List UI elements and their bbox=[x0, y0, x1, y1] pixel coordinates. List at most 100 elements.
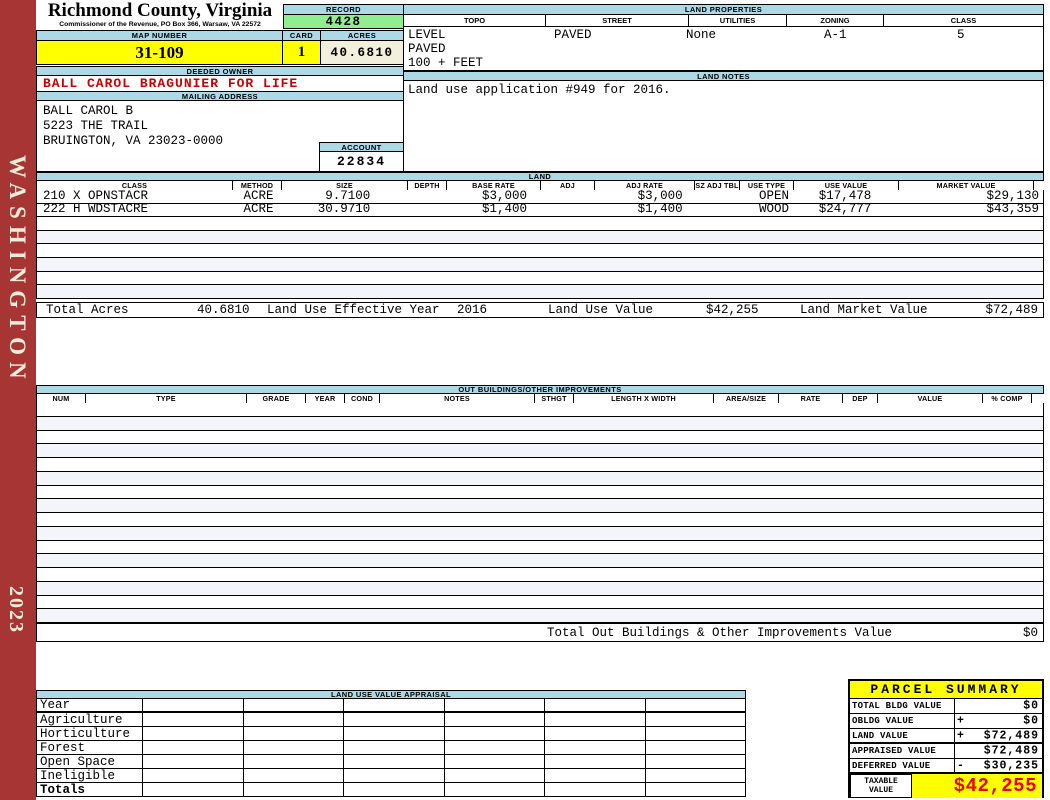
appraisal-cell[interactable] bbox=[544, 754, 646, 769]
land-table-row bbox=[37, 217, 1043, 231]
appraisal-cell[interactable] bbox=[343, 740, 445, 755]
appraisal-cell[interactable] bbox=[644, 712, 746, 727]
land-cell-depth bbox=[410, 272, 450, 285]
card-number-field[interactable]: 1 bbox=[282, 40, 321, 65]
land-cell-use-value bbox=[801, 231, 907, 244]
appraisal-cell[interactable] bbox=[644, 726, 746, 741]
land-use-value-label: Land Use Value bbox=[548, 303, 654, 317]
land-cell-adj-rate: $3,000 bbox=[637, 190, 683, 203]
appraisal-cell[interactable] bbox=[443, 768, 545, 783]
land-cell-class bbox=[37, 285, 234, 298]
out-buildings-table-row bbox=[37, 609, 1043, 623]
appraisal-cell[interactable] bbox=[644, 698, 746, 713]
land-cell-base-rate bbox=[450, 258, 545, 271]
county-subtitle: Commissioner of the Revenue, PO Box 366,… bbox=[59, 21, 261, 28]
appraisal-cell[interactable] bbox=[142, 726, 244, 741]
parcel-summary-row-value: - $30,235 bbox=[955, 759, 1042, 772]
land-cell-size bbox=[283, 244, 410, 257]
appraisal-cell[interactable] bbox=[343, 754, 445, 769]
appraisal-cell[interactable] bbox=[443, 754, 545, 769]
land-notes-box[interactable]: Land use application #949 for 2016. bbox=[403, 80, 1044, 172]
appraisal-cell[interactable] bbox=[644, 768, 746, 783]
appraisal-cell[interactable] bbox=[142, 712, 244, 727]
appraisal-cell[interactable] bbox=[142, 782, 244, 797]
record-value-field[interactable]: 4428 bbox=[283, 14, 404, 29]
parcel-summary-row-value: $72,489 bbox=[955, 744, 1042, 758]
appraisal-cell[interactable] bbox=[142, 754, 244, 769]
appraisal-cell[interactable] bbox=[544, 740, 646, 755]
appraisal-cell[interactable] bbox=[142, 740, 244, 755]
appraisal-cell[interactable] bbox=[343, 768, 445, 783]
land-table-body: 210 X OPNSTACR ACRE 9.7100 $3,000 $3,000 OPEN… bbox=[36, 190, 1044, 299]
parcel-summary-row-label: DEFERRED VALUE bbox=[850, 759, 955, 772]
appraisal-cell[interactable] bbox=[242, 726, 344, 741]
appraisal-cell[interactable] bbox=[242, 782, 344, 797]
utilities-value: None bbox=[686, 28, 717, 42]
appraisal-cell[interactable] bbox=[644, 740, 746, 755]
land-cell-use-type bbox=[747, 244, 802, 257]
appraisal-cell[interactable] bbox=[242, 712, 344, 727]
mailing-line-2: 5223 THE TRAIL bbox=[43, 118, 149, 133]
land-cell-base-rate bbox=[450, 244, 545, 257]
parcel-summary-row-value: + $0 bbox=[955, 714, 1042, 728]
land-cell-size: 9.7100 bbox=[325, 190, 371, 203]
acres-field[interactable]: 40.6810 bbox=[320, 40, 404, 65]
land-cell-depth bbox=[410, 190, 450, 203]
land-cell-use-value bbox=[801, 285, 907, 298]
land-cell-use-type bbox=[747, 285, 802, 298]
appraisal-cell[interactable] bbox=[142, 768, 244, 783]
land-cell-depth bbox=[410, 217, 450, 230]
county-title: Richmond County, Virginia bbox=[47, 0, 273, 21]
appraisal-cell[interactable] bbox=[443, 698, 545, 713]
map-number-field[interactable]: 31-109 bbox=[36, 40, 283, 65]
appraisal-cell[interactable] bbox=[343, 726, 445, 741]
sidebar-binder: WASHINGTON 2023 bbox=[0, 0, 36, 800]
appraisal-cell[interactable] bbox=[343, 782, 445, 797]
land-cell-use-value: $24,777 bbox=[818, 203, 872, 217]
parcel-summary-operator: + bbox=[957, 714, 965, 728]
appraisal-cell[interactable] bbox=[443, 782, 545, 797]
account-number-field[interactable]: 22834 bbox=[319, 151, 404, 172]
parcel-summary-row: OBLDG VALUE + $0 bbox=[850, 714, 1042, 729]
out-buildings-table-body bbox=[36, 403, 1044, 623]
land-cell-sz-adj-tbl bbox=[701, 190, 747, 203]
appraisal-cell[interactable] bbox=[443, 726, 545, 741]
land-cell-adj bbox=[545, 231, 600, 244]
appraisal-cell[interactable] bbox=[644, 782, 746, 797]
appraisal-cell[interactable] bbox=[544, 712, 646, 727]
appraisal-cell[interactable] bbox=[544, 726, 646, 741]
appraisal-row-label: Open Space bbox=[36, 754, 143, 769]
appraisal-cell[interactable] bbox=[142, 698, 244, 713]
appraisal-cell[interactable] bbox=[443, 740, 545, 755]
parcel-summary-row-value: $0 bbox=[955, 699, 1042, 713]
appraisal-cell[interactable] bbox=[242, 754, 344, 769]
appraisal-cell[interactable] bbox=[544, 768, 646, 783]
appraisal-cell[interactable] bbox=[644, 754, 746, 769]
land-use-value: $42,255 bbox=[706, 303, 759, 317]
out-buildings-table-row bbox=[37, 499, 1043, 513]
land-cell-use-value: $17,478 bbox=[818, 190, 872, 203]
appraisal-cell[interactable] bbox=[443, 712, 545, 727]
mailing-line-1: BALL CAROL B bbox=[43, 104, 134, 118]
land-cell-class bbox=[37, 244, 234, 257]
appraisal-cell[interactable] bbox=[544, 698, 646, 713]
land-cell-base-rate bbox=[450, 231, 545, 244]
topo-value-3: 100 + FEET bbox=[408, 56, 484, 70]
land-cell-use-value bbox=[801, 217, 907, 230]
appraisal-row-label: Forest bbox=[36, 740, 143, 755]
land-cell-use-type: OPEN bbox=[758, 190, 789, 203]
parcel-summary-rows: TOTAL BLDG VALUE $0 OBLDG VALUE + $0 LAND VAL… bbox=[850, 699, 1042, 774]
land-cell-market-value bbox=[907, 285, 1043, 298]
land-cell-base-rate bbox=[450, 217, 545, 230]
appraisal-cell[interactable] bbox=[343, 698, 445, 713]
land-cell-size: 30.9710 bbox=[317, 203, 371, 217]
taxable-value-amount[interactable]: $42,255 bbox=[912, 774, 1042, 798]
appraisal-cell[interactable] bbox=[343, 712, 445, 727]
appraisal-cell[interactable] bbox=[242, 698, 344, 713]
land-cell-market-value: $43,359 bbox=[986, 203, 1039, 217]
effective-year-value: 2016 bbox=[457, 303, 488, 317]
appraisal-cell[interactable] bbox=[242, 740, 344, 755]
appraisal-row: Horticulture bbox=[36, 726, 746, 741]
appraisal-cell[interactable] bbox=[242, 768, 344, 783]
appraisal-cell[interactable] bbox=[544, 782, 646, 797]
